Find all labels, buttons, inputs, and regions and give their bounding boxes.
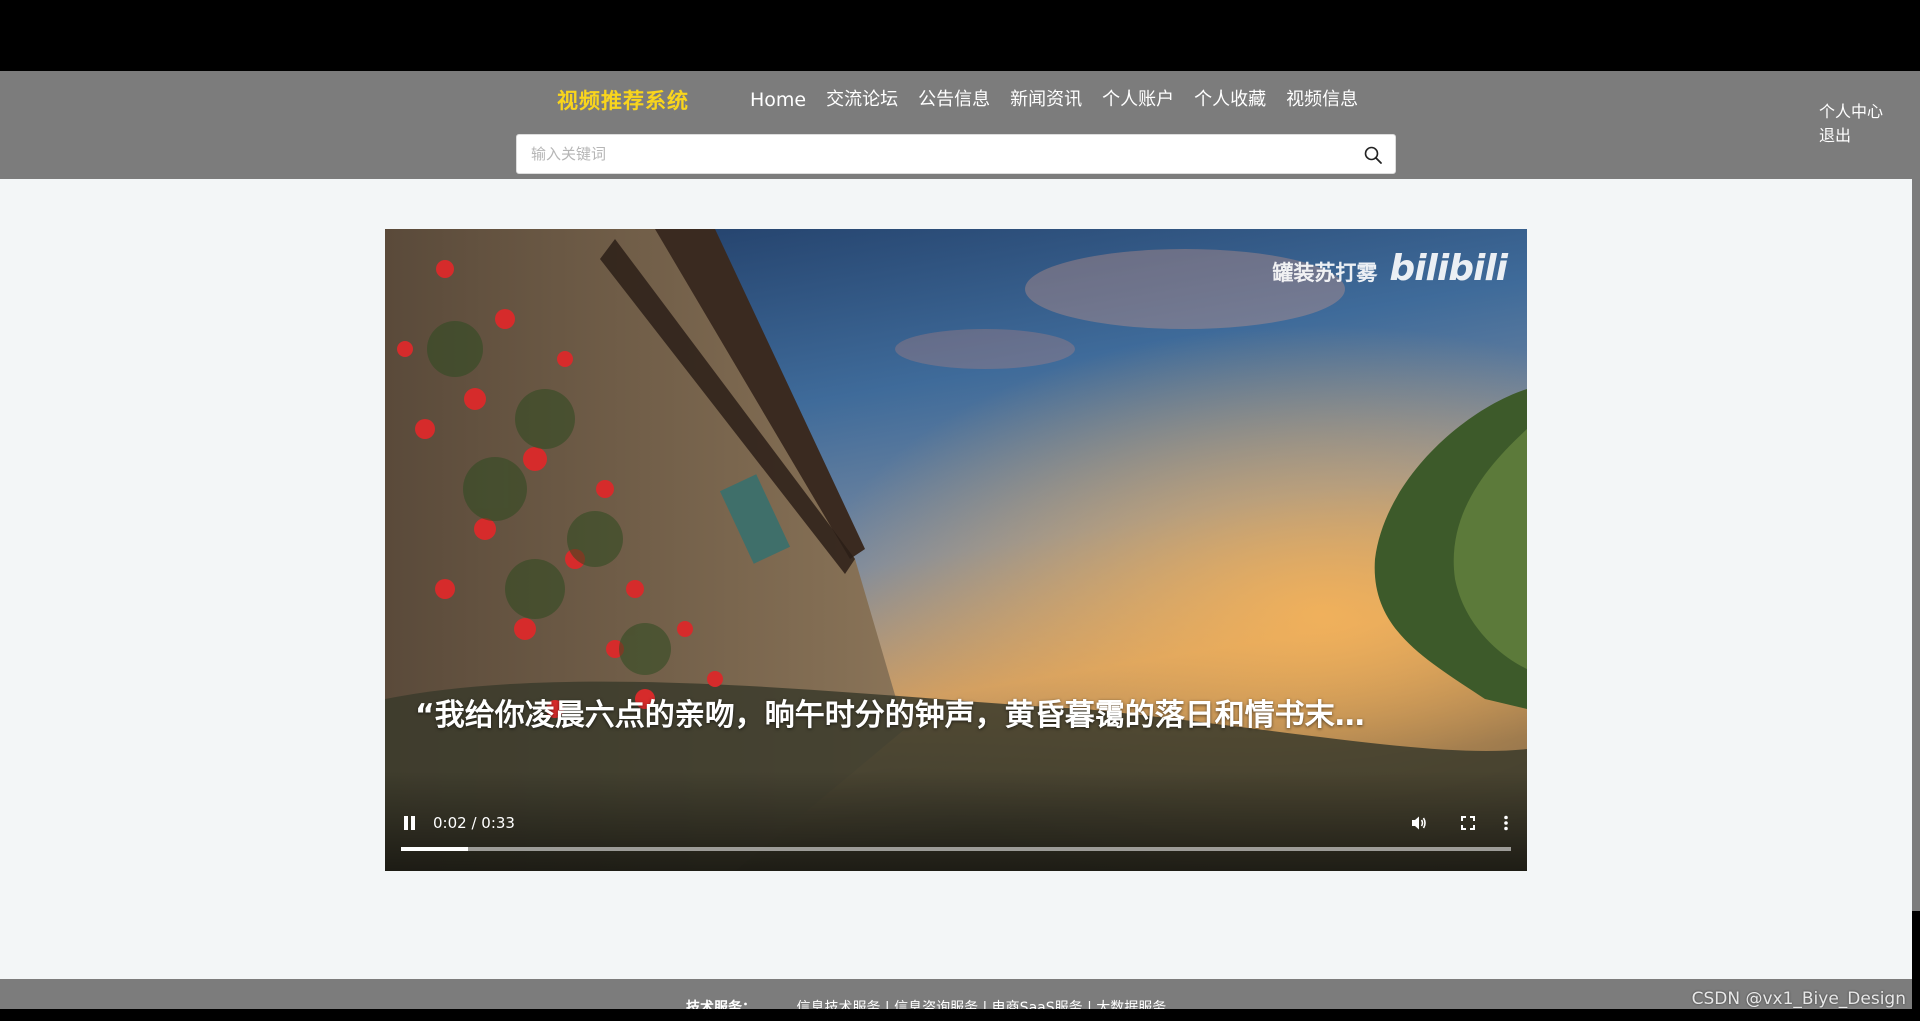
footer-links[interactable]: 信息技术服务 | 信息咨询服务 | 电商SaaS服务 | 大数据服务: [796, 1000, 1166, 1009]
video-progress-bar[interactable]: [401, 847, 1511, 851]
logout-link[interactable]: 退出: [1819, 124, 1883, 148]
user-center-link[interactable]: 个人中心: [1819, 100, 1883, 124]
bilibili-logo: bilibili: [1389, 248, 1508, 289]
video-player[interactable]: 罐装苏打雾 bilibili “我给你凌晨六点的亲吻，晌午时分的钟声，黄昏暮霭的…: [385, 229, 1527, 871]
video-controls: 0:02 / 0:33: [385, 771, 1527, 871]
nav-item-news[interactable]: 新闻资讯: [1000, 87, 1092, 113]
top-black-bar: [0, 0, 1920, 71]
page-scrollbar[interactable]: [1912, 179, 1920, 911]
nav-item-forum[interactable]: 交流论坛: [816, 87, 908, 113]
footer-content: 技术服务： 信息技术服务 | 信息咨询服务 | 电商SaaS服务 | 大数据服务: [686, 997, 1166, 1009]
pause-icon[interactable]: [401, 815, 419, 833]
video-time: 0:02 / 0:33: [433, 814, 515, 832]
search-input[interactable]: [531, 135, 1351, 173]
site-brand[interactable]: 视频推荐系统: [557, 85, 689, 115]
footer-label: 技术服务：: [686, 1000, 756, 1009]
bottom-black-bar: [0, 1009, 1920, 1021]
csdn-watermark: CSDN @vx1_Biye_Design: [1691, 989, 1906, 1009]
main-nav: Home 交流论坛 公告信息 新闻资讯 个人账户 个人收藏 视频信息: [740, 87, 1368, 113]
video-watermark: 罐装苏打雾 bilibili: [1272, 248, 1508, 289]
page-footer: 技术服务： 信息技术服务 | 信息咨询服务 | 电商SaaS服务 | 大数据服务: [0, 979, 1912, 1009]
video-subtitle: “我给你凌晨六点的亲吻，晌午时分的钟声，黄昏暮霭的落日和情书末…: [415, 698, 1365, 733]
volume-icon[interactable]: [1409, 813, 1429, 833]
watermark-uploader: 罐装苏打雾: [1272, 261, 1378, 285]
nav-item-announcements[interactable]: 公告信息: [908, 87, 1000, 113]
search-icon[interactable]: [1363, 145, 1383, 165]
search-box: [516, 134, 1396, 174]
top-navbar: 视频推荐系统 Home 交流论坛 公告信息 新闻资讯 个人账户 个人收藏 视频信…: [0, 71, 1920, 179]
nav-item-home[interactable]: Home: [740, 87, 816, 113]
nav-item-favorites[interactable]: 个人收藏: [1184, 87, 1276, 113]
nav-item-account[interactable]: 个人账户: [1092, 87, 1184, 113]
video-progress-fill: [401, 847, 469, 851]
nav-item-videos[interactable]: 视频信息: [1276, 87, 1368, 113]
user-links: 个人中心 退出: [1819, 100, 1883, 148]
more-options-icon[interactable]: [1496, 813, 1516, 833]
fullscreen-icon[interactable]: [1458, 813, 1478, 833]
